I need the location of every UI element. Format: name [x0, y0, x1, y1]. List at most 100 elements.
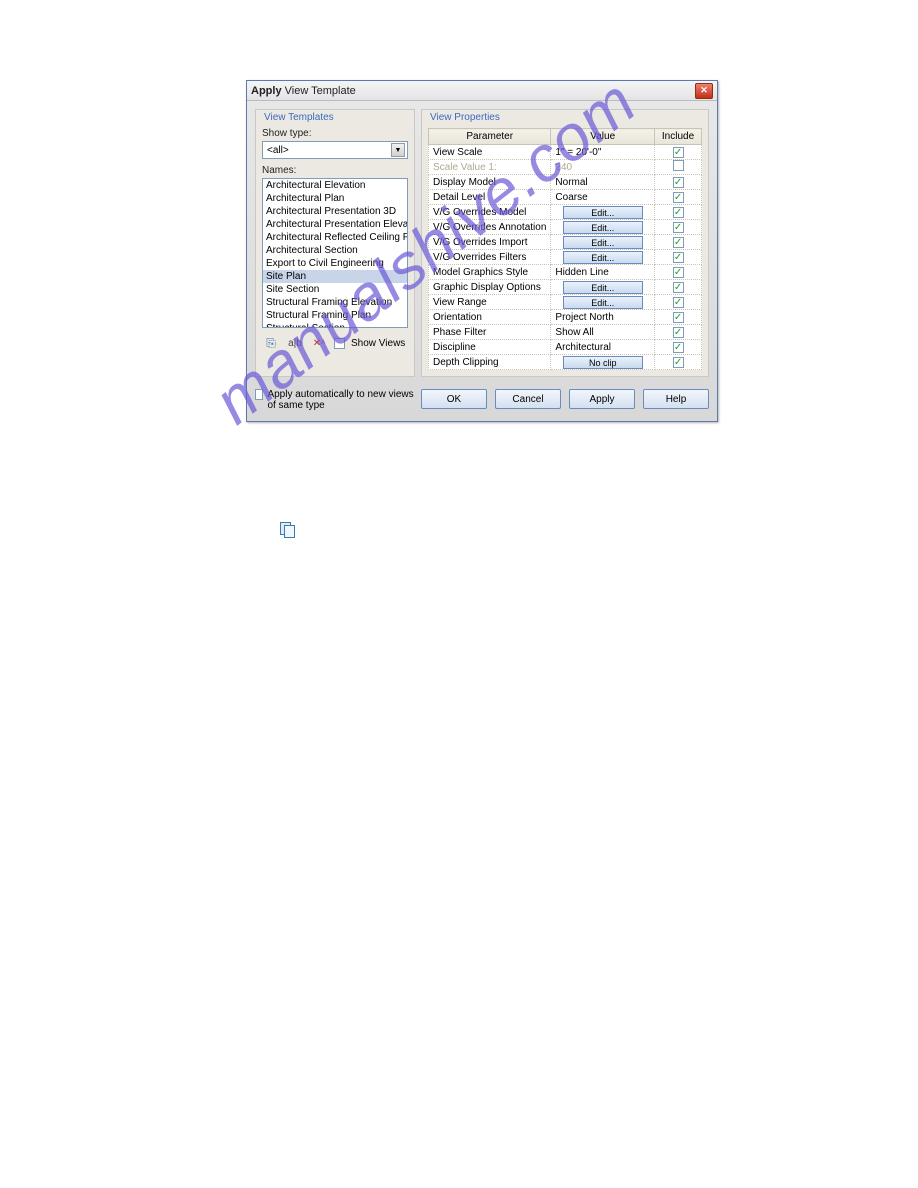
- include-checkbox[interactable]: ✓: [673, 192, 684, 203]
- value-cell[interactable]: Edit...: [551, 280, 655, 295]
- apply-button[interactable]: Apply: [569, 389, 635, 409]
- value-cell[interactable]: Edit...: [551, 235, 655, 250]
- include-cell[interactable]: ✓: [655, 265, 702, 280]
- include-cell[interactable]: ✓: [655, 295, 702, 310]
- list-item[interactable]: Site Section: [263, 283, 407, 296]
- list-item[interactable]: Structural Framing Plan: [263, 309, 407, 322]
- include-cell[interactable]: ✓: [655, 310, 702, 325]
- value-cell[interactable]: 1" = 20'-0": [551, 145, 655, 160]
- edit-button[interactable]: Edit...: [563, 236, 643, 249]
- list-item[interactable]: Architectural Plan: [263, 192, 407, 205]
- param-cell: Depth Clipping: [429, 355, 551, 370]
- list-item[interactable]: Site Plan: [263, 270, 407, 283]
- include-checkbox[interactable]: ✓: [673, 297, 684, 308]
- edit-button[interactable]: Edit...: [563, 296, 643, 309]
- cancel-button[interactable]: Cancel: [495, 389, 561, 409]
- value-cell[interactable]: Edit...: [551, 220, 655, 235]
- include-cell[interactable]: [655, 160, 702, 175]
- close-button[interactable]: ✕: [695, 83, 713, 99]
- include-checkbox[interactable]: ✓: [673, 237, 684, 248]
- include-checkbox[interactable]: ✓: [673, 357, 684, 368]
- list-item[interactable]: Architectural Section: [263, 244, 407, 257]
- list-item[interactable]: Architectural Presentation 3D: [263, 205, 407, 218]
- list-item[interactable]: Structural Section: [263, 322, 407, 328]
- param-cell: Scale Value 1:: [429, 160, 551, 175]
- value-cell[interactable]: Show All: [551, 325, 655, 340]
- edit-button[interactable]: Edit...: [563, 206, 643, 219]
- view-properties-title: View Properties: [430, 112, 500, 123]
- auto-apply-checkbox[interactable]: [255, 389, 263, 400]
- include-cell[interactable]: ✓: [655, 145, 702, 160]
- include-checkbox[interactable]: ✓: [673, 282, 684, 293]
- include-cell[interactable]: ✓: [655, 205, 702, 220]
- duplicate-icon[interactable]: ⎘: [262, 334, 280, 352]
- ok-button[interactable]: OK: [421, 389, 487, 409]
- show-type-dropdown[interactable]: <all> ▼: [262, 141, 408, 159]
- edit-button[interactable]: No clip: [563, 356, 643, 369]
- dialog-footer: Apply automatically to new views of same…: [247, 385, 717, 421]
- include-checkbox[interactable]: ✓: [673, 207, 684, 218]
- value-cell[interactable]: Edit...: [551, 250, 655, 265]
- include-checkbox[interactable]: ✓: [673, 312, 684, 323]
- include-checkbox[interactable]: ✓: [673, 327, 684, 338]
- include-cell[interactable]: ✓: [655, 235, 702, 250]
- value-cell[interactable]: Edit...: [551, 205, 655, 220]
- include-checkbox[interactable]: ✓: [673, 267, 684, 278]
- table-row: View Scale1" = 20'-0" ✓: [429, 145, 702, 160]
- table-row: V/G Overrides ModelEdit...✓: [429, 205, 702, 220]
- include-cell[interactable]: ✓: [655, 220, 702, 235]
- include-checkbox[interactable]: [673, 160, 684, 171]
- delete-icon[interactable]: ✕A: [310, 334, 328, 352]
- param-cell: Display Model: [429, 175, 551, 190]
- table-row: Graphic Display OptionsEdit...✓: [429, 280, 702, 295]
- names-listbox[interactable]: Architectural ElevationArchitectural Pla…: [262, 178, 408, 328]
- chevron-down-icon: ▼: [391, 143, 405, 157]
- param-cell: Phase Filter: [429, 325, 551, 340]
- edit-button[interactable]: Edit...: [563, 221, 643, 234]
- show-type-value: <all>: [267, 145, 289, 156]
- include-cell[interactable]: ✓: [655, 175, 702, 190]
- list-item[interactable]: Architectural Presentation Elevation: [263, 218, 407, 231]
- col-parameter[interactable]: Parameter: [429, 129, 551, 145]
- include-cell[interactable]: ✓: [655, 190, 702, 205]
- col-include[interactable]: Include: [655, 129, 702, 145]
- value-cell[interactable]: Architectural: [551, 340, 655, 355]
- list-item[interactable]: Structural Framing Elevation: [263, 296, 407, 309]
- value-cell[interactable]: Normal: [551, 175, 655, 190]
- include-checkbox[interactable]: ✓: [673, 342, 684, 353]
- table-row: DisciplineArchitectural ✓: [429, 340, 702, 355]
- value-cell[interactable]: Hidden Line: [551, 265, 655, 280]
- col-value[interactable]: Value: [551, 129, 655, 145]
- value-cell[interactable]: Coarse: [551, 190, 655, 205]
- help-button[interactable]: Help: [643, 389, 709, 409]
- include-checkbox[interactable]: ✓: [673, 177, 684, 188]
- value-cell[interactable]: Edit...: [551, 295, 655, 310]
- list-item[interactable]: Architectural Elevation: [263, 179, 407, 192]
- include-cell[interactable]: ✓: [655, 280, 702, 295]
- include-checkbox[interactable]: ✓: [673, 222, 684, 233]
- value-cell[interactable]: Project North: [551, 310, 655, 325]
- show-views-checkbox[interactable]: [334, 338, 345, 349]
- value-cell[interactable]: 240: [551, 160, 655, 175]
- value-cell[interactable]: No clip: [551, 355, 655, 370]
- table-row: V/G Overrides FiltersEdit...✓: [429, 250, 702, 265]
- include-cell[interactable]: ✓: [655, 325, 702, 340]
- list-item[interactable]: Architectural Reflected Ceiling Plan: [263, 231, 407, 244]
- include-checkbox[interactable]: ✓: [673, 147, 684, 158]
- show-type-label: Show type:: [262, 128, 408, 139]
- include-cell[interactable]: ✓: [655, 340, 702, 355]
- table-row: Model Graphics StyleHidden Line✓: [429, 265, 702, 280]
- include-cell[interactable]: ✓: [655, 250, 702, 265]
- dialog-body: View Templates Show type: <all> ▼ Names:…: [247, 101, 717, 385]
- list-item[interactable]: Export to Civil Engineering: [263, 257, 407, 270]
- edit-button[interactable]: Edit...: [563, 251, 643, 264]
- param-cell: View Scale: [429, 145, 551, 160]
- param-cell: Discipline: [429, 340, 551, 355]
- include-cell[interactable]: ✓: [655, 355, 702, 370]
- rename-icon[interactable]: a|b: [286, 334, 304, 352]
- titlebar[interactable]: Apply View Template ✕: [247, 81, 717, 101]
- param-cell: V/G Overrides Annotation: [429, 220, 551, 235]
- edit-button[interactable]: Edit...: [563, 281, 643, 294]
- include-checkbox[interactable]: ✓: [673, 252, 684, 263]
- auto-apply-option[interactable]: Apply automatically to new views of same…: [255, 389, 415, 411]
